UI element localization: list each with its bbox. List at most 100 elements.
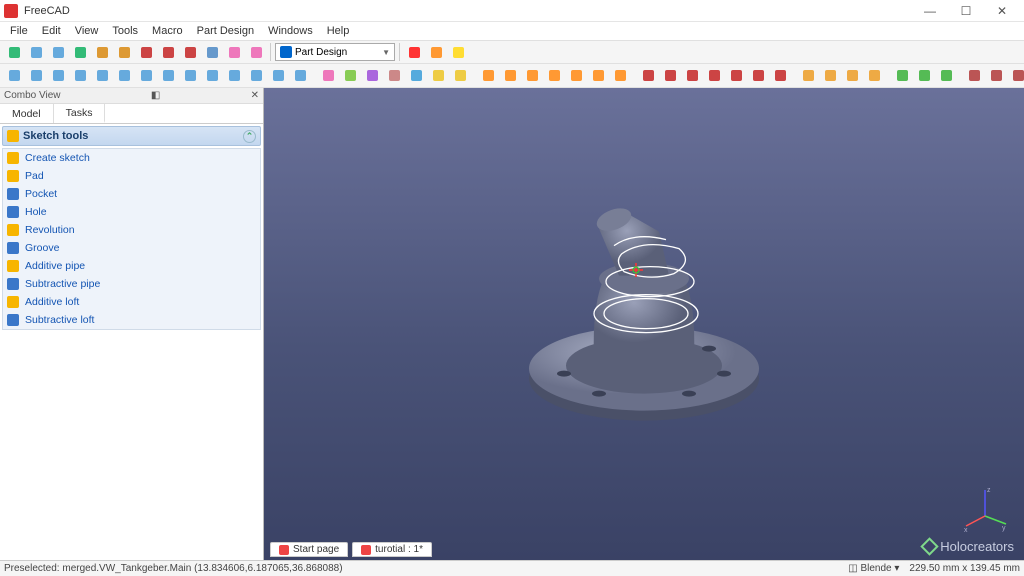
macro-btn-1[interactable] bbox=[426, 42, 446, 62]
misc-btn-6[interactable] bbox=[450, 66, 470, 86]
misc-btn-3[interactable] bbox=[384, 66, 404, 86]
tab-tasks[interactable]: Tasks bbox=[54, 104, 106, 123]
panel-toggle-icon[interactable]: ◧ bbox=[151, 90, 160, 101]
transform-btn-1[interactable] bbox=[914, 66, 934, 86]
tool-subtractive-pipe[interactable]: Subtractive pipe bbox=[3, 275, 260, 293]
menu-tools[interactable]: Tools bbox=[106, 24, 144, 38]
subtractive-btn-0[interactable] bbox=[638, 66, 658, 86]
tab-model[interactable]: Model bbox=[0, 104, 54, 123]
workbench-label: Part Design bbox=[295, 47, 347, 58]
subtractive-btn-4[interactable] bbox=[726, 66, 746, 86]
tool-subtractive-loft[interactable]: Subtractive loft bbox=[3, 311, 260, 329]
maximize-button[interactable]: ☐ bbox=[948, 0, 984, 22]
nav-btn-8[interactable] bbox=[180, 66, 200, 86]
nav-btn-1[interactable] bbox=[26, 66, 46, 86]
minimize-button[interactable]: — bbox=[912, 0, 948, 22]
nav-btn-10[interactable] bbox=[224, 66, 244, 86]
menu-help[interactable]: Help bbox=[321, 24, 356, 38]
subtractive-btn-3[interactable] bbox=[704, 66, 724, 86]
status-style[interactable]: ◫ Blende ▾ bbox=[848, 563, 899, 574]
subtractive-btn-5[interactable] bbox=[748, 66, 768, 86]
file-btn-5[interactable] bbox=[114, 42, 134, 62]
file-btn-1[interactable] bbox=[26, 42, 46, 62]
tool-pad[interactable]: Pad bbox=[3, 167, 260, 185]
additive-btn-1[interactable] bbox=[500, 66, 520, 86]
nav-btn-2[interactable] bbox=[48, 66, 68, 86]
menu-file[interactable]: File bbox=[4, 24, 34, 38]
tool-icon bbox=[7, 224, 19, 236]
close-button[interactable]: ✕ bbox=[984, 0, 1020, 22]
tool-hole[interactable]: Hole bbox=[3, 203, 260, 221]
subtractive-btn-1[interactable] bbox=[660, 66, 680, 86]
misc-btn-5[interactable] bbox=[428, 66, 448, 86]
combo-view-panel: Combo View ◧ ✕ Model Tasks Sketch tools … bbox=[0, 88, 264, 560]
file-btn-4[interactable] bbox=[92, 42, 112, 62]
misc-btn-2[interactable] bbox=[362, 66, 382, 86]
dress-btn-0[interactable] bbox=[798, 66, 818, 86]
workbench-selector[interactable]: Part Design ▼ bbox=[275, 43, 395, 61]
macro-btn-2[interactable] bbox=[448, 42, 468, 62]
file-btn-11[interactable] bbox=[246, 42, 266, 62]
file-btn-0[interactable] bbox=[4, 42, 24, 62]
nav-btn-0[interactable] bbox=[4, 66, 24, 86]
menu-edit[interactable]: Edit bbox=[36, 24, 67, 38]
tool-additive-loft[interactable]: Additive loft bbox=[3, 293, 260, 311]
viewport-3d[interactable]: Start page turotial : 1* z y x Holocreat… bbox=[264, 88, 1024, 560]
additive-btn-5[interactable] bbox=[588, 66, 608, 86]
dress-btn-2[interactable] bbox=[842, 66, 862, 86]
subtractive-btn-6[interactable] bbox=[770, 66, 790, 86]
dress-btn-1[interactable] bbox=[820, 66, 840, 86]
additive-btn-3[interactable] bbox=[544, 66, 564, 86]
nav-btn-7[interactable] bbox=[158, 66, 178, 86]
nav-btn-11[interactable] bbox=[246, 66, 266, 86]
tool-icon bbox=[7, 152, 19, 164]
misc-btn-1[interactable] bbox=[340, 66, 360, 86]
nav-btn-9[interactable] bbox=[202, 66, 222, 86]
menu-macro[interactable]: Macro bbox=[146, 24, 189, 38]
panel-close-icon[interactable]: ✕ bbox=[251, 90, 259, 101]
additive-btn-4[interactable] bbox=[566, 66, 586, 86]
tool-pocket[interactable]: Pocket bbox=[3, 185, 260, 203]
tasks-panel: Sketch tools ⌃ Create sketchPadPocketHol… bbox=[0, 124, 263, 560]
transform-btn-2[interactable] bbox=[936, 66, 956, 86]
tool-additive-pipe[interactable]: Additive pipe bbox=[3, 257, 260, 275]
macro-btn-0[interactable] bbox=[404, 42, 424, 62]
additive-btn-0[interactable] bbox=[478, 66, 498, 86]
file-btn-3[interactable] bbox=[70, 42, 90, 62]
additive-btn-6[interactable] bbox=[610, 66, 630, 86]
section-sketch-tools[interactable]: Sketch tools ⌃ bbox=[2, 126, 261, 146]
nav-btn-3[interactable] bbox=[70, 66, 90, 86]
model-3d bbox=[504, 184, 784, 444]
nav-btn-6[interactable] bbox=[136, 66, 156, 86]
subtractive-btn-2[interactable] bbox=[682, 66, 702, 86]
misc-btn-0[interactable] bbox=[318, 66, 338, 86]
nav-btn-5[interactable] bbox=[114, 66, 134, 86]
boolean-btn-0[interactable] bbox=[964, 66, 984, 86]
tool-create-sketch[interactable]: Create sketch bbox=[3, 149, 260, 167]
file-btn-10[interactable] bbox=[224, 42, 244, 62]
boolean-btn-1[interactable] bbox=[986, 66, 1006, 86]
file-btn-2[interactable] bbox=[48, 42, 68, 62]
watermark-text: Holocreators bbox=[940, 539, 1014, 554]
menu-view[interactable]: View bbox=[69, 24, 105, 38]
file-btn-8[interactable] bbox=[180, 42, 200, 62]
doc-tab-tutorial[interactable]: turotial : 1* bbox=[352, 542, 432, 557]
collapse-icon[interactable]: ⌃ bbox=[243, 130, 256, 143]
menu-partdesign[interactable]: Part Design bbox=[191, 24, 260, 38]
doc-tab-start[interactable]: Start page bbox=[270, 542, 348, 557]
nav-btn-12[interactable] bbox=[268, 66, 288, 86]
misc-btn-4[interactable] bbox=[406, 66, 426, 86]
menu-windows[interactable]: Windows bbox=[262, 24, 319, 38]
boolean-btn-2[interactable] bbox=[1008, 66, 1024, 86]
file-btn-7[interactable] bbox=[158, 42, 178, 62]
nav-btn-13[interactable] bbox=[290, 66, 310, 86]
transform-btn-0[interactable] bbox=[892, 66, 912, 86]
file-btn-6[interactable] bbox=[136, 42, 156, 62]
chevron-down-icon: ▼ bbox=[382, 48, 390, 57]
nav-btn-4[interactable] bbox=[92, 66, 112, 86]
additive-btn-2[interactable] bbox=[522, 66, 542, 86]
tool-groove[interactable]: Groove bbox=[3, 239, 260, 257]
dress-btn-3[interactable] bbox=[864, 66, 884, 86]
file-btn-9[interactable] bbox=[202, 42, 222, 62]
tool-revolution[interactable]: Revolution bbox=[3, 221, 260, 239]
